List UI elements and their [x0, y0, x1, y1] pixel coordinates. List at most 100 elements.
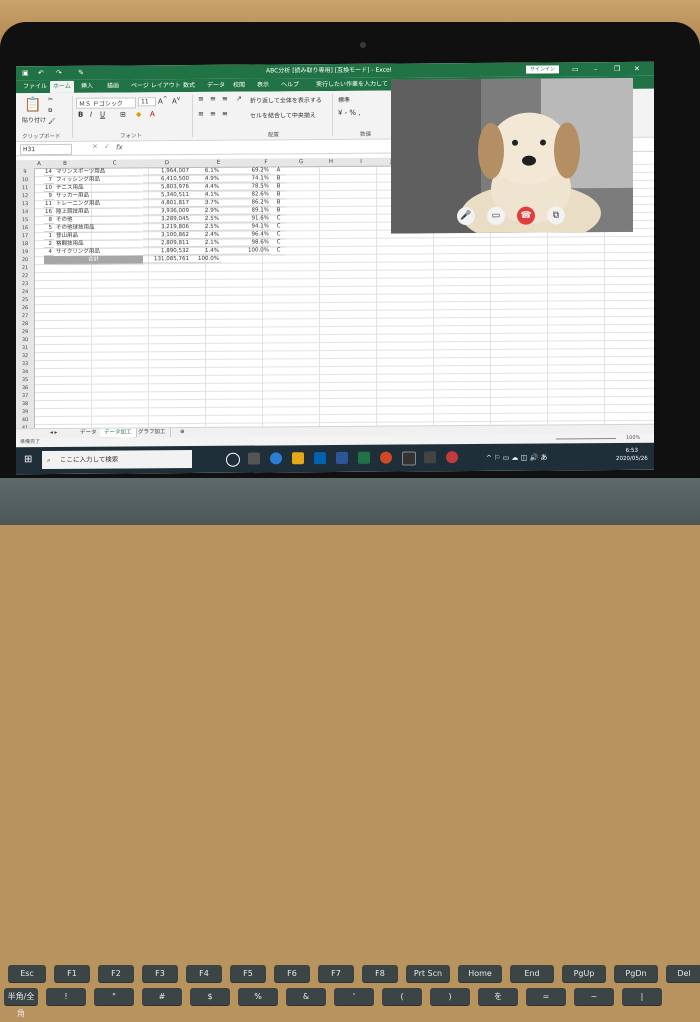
- orientation-icon[interactable]: ↗: [236, 95, 242, 103]
- key-num-8[interactable]: (: [382, 988, 422, 1005]
- signin-button[interactable]: サインイン: [526, 65, 560, 74]
- tab-insert[interactable]: 挿入: [78, 81, 96, 93]
- restore-icon[interactable]: ❐: [614, 62, 620, 76]
- tell-me-box[interactable]: 実行したい作業を入力して: [316, 79, 388, 92]
- task-view-icon[interactable]: [248, 452, 260, 465]
- enter-icon[interactable]: ✓: [104, 143, 110, 151]
- italic-button[interactable]: I: [90, 111, 92, 119]
- tab-file[interactable]: ファイル: [20, 81, 50, 93]
- column-header-i[interactable]: I: [346, 157, 377, 167]
- key-11[interactable]: End: [510, 965, 554, 982]
- key-num-9[interactable]: ): [430, 988, 470, 1005]
- table-cell-rank[interactable]: 8: [44, 215, 54, 225]
- font-size-select[interactable]: 11: [138, 97, 156, 107]
- tab-view[interactable]: 表示: [254, 79, 272, 91]
- underline-button[interactable]: U: [100, 111, 105, 119]
- table-cell-share[interactable]: 2.9%: [191, 206, 221, 216]
- table-cell-share[interactable]: 6.1%: [191, 166, 221, 176]
- powerpoint-icon[interactable]: [380, 451, 392, 464]
- align-left-icon[interactable]: ≡: [198, 110, 204, 118]
- mute-mic-button[interactable]: 🎤: [457, 207, 475, 226]
- key-num-10[interactable]: を: [478, 988, 518, 1005]
- close-icon[interactable]: ✕: [634, 62, 640, 76]
- column-header-g[interactable]: G: [286, 158, 317, 168]
- font-color-icon[interactable]: A: [150, 110, 155, 118]
- table-cell-share[interactable]: 4.1%: [191, 190, 221, 200]
- table-cell-rank[interactable]: 16: [44, 207, 54, 217]
- paste-button[interactable]: 貼り付け: [22, 115, 46, 124]
- column-header-h[interactable]: H: [316, 157, 347, 168]
- camera-toggle-button[interactable]: ▭: [487, 206, 505, 225]
- table-cell-share[interactable]: 3.7%: [191, 198, 221, 208]
- key-13[interactable]: PgDn: [614, 965, 658, 982]
- align-right-icon[interactable]: ≡: [222, 110, 228, 118]
- key-12[interactable]: PgUp: [562, 965, 606, 982]
- table-cell-cumulative[interactable]: 100.0%: [221, 246, 271, 255]
- taskbar-search-box[interactable]: ⌕ ここに入力して検索: [42, 449, 192, 470]
- font-name-select[interactable]: ＭＳ Ｐゴシック: [76, 97, 136, 109]
- brush-icon[interactable]: ✎: [78, 66, 84, 80]
- key-4[interactable]: F4: [186, 965, 222, 982]
- table-cell-rank[interactable]: 2: [44, 239, 54, 249]
- tray-icons[interactable]: ^ ⚐ ▭ ☁ ◫ 🔊 あ: [486, 453, 547, 463]
- table-cell-rank[interactable]: 1: [44, 231, 54, 241]
- redo-icon[interactable]: ↷: [56, 66, 62, 80]
- table-cell-share[interactable]: 4.4%: [191, 182, 221, 192]
- table-cell-class[interactable]: C: [271, 246, 286, 256]
- tab-page-layout[interactable]: ページ レイアウト: [128, 80, 184, 92]
- cut-icon[interactable]: ✂: [48, 96, 53, 103]
- teams-icon[interactable]: [424, 451, 436, 464]
- grow-font-icon[interactable]: A^: [158, 96, 168, 105]
- table-cell-share[interactable]: 2.1%: [191, 238, 221, 248]
- video-call-window[interactable]: 🎤 ▭ ☎ ⧉: [391, 77, 633, 234]
- end-call-button[interactable]: ☎: [517, 206, 535, 225]
- ribbon-display-icon[interactable]: ▭: [572, 62, 579, 76]
- key-num-4[interactable]: $: [190, 988, 230, 1005]
- table-cell-rank[interactable]: 10: [44, 183, 54, 193]
- key-num-1[interactable]: !: [46, 988, 86, 1005]
- number-format-select[interactable]: 標準: [338, 95, 350, 104]
- insert-function-button[interactable]: fx: [116, 143, 123, 151]
- edge-icon[interactable]: [270, 452, 282, 465]
- key-num-11[interactable]: =: [526, 988, 566, 1005]
- popout-button[interactable]: ⧉: [547, 206, 565, 225]
- name-box[interactable]: H31: [20, 143, 72, 156]
- paste-icon[interactable]: 📋: [24, 97, 41, 113]
- shrink-font-icon[interactable]: Av: [172, 96, 180, 105]
- app-icon[interactable]: [446, 451, 458, 464]
- cancel-icon[interactable]: ✕: [92, 143, 98, 151]
- format-painter-icon[interactable]: 🖌: [48, 118, 56, 125]
- camera-app-icon[interactable]: [402, 451, 416, 466]
- tab-help[interactable]: ヘルプ: [278, 79, 302, 91]
- key-9[interactable]: Prt Scn: [406, 965, 450, 982]
- copy-icon[interactable]: ⧉: [48, 107, 52, 115]
- key-7[interactable]: F7: [318, 965, 354, 982]
- table-cell-rank[interactable]: 14: [44, 167, 54, 177]
- bold-button[interactable]: B: [78, 111, 83, 119]
- table-cell-rank[interactable]: 11: [44, 199, 54, 209]
- table-cell-share[interactable]: 1.4%: [191, 246, 221, 256]
- key-3[interactable]: F3: [142, 965, 178, 982]
- sheet-tab-graph-processing[interactable]: グラフ加工: [134, 428, 171, 438]
- merge-center-button[interactable]: セルを結合して中央揃え: [250, 110, 316, 119]
- taskbar-clock[interactable]: 6:53 2020/05/26: [616, 447, 648, 463]
- currency-icon[interactable]: ¥ - % ,: [338, 109, 361, 117]
- total-label[interactable]: 合計: [44, 255, 143, 266]
- align-top-icon[interactable]: ≡: [198, 95, 204, 103]
- table-cell-share[interactable]: 2.4%: [191, 230, 221, 240]
- key-1[interactable]: F1: [54, 965, 90, 982]
- key-0[interactable]: Esc: [8, 965, 46, 982]
- tab-formulas[interactable]: 数式: [180, 80, 198, 92]
- table-cell-share[interactable]: 4.9%: [191, 174, 221, 184]
- border-icon[interactable]: ⊞: [120, 110, 126, 118]
- key-num-5[interactable]: %: [238, 988, 278, 1005]
- key-num-0[interactable]: 半角/全角: [4, 988, 38, 1018]
- total-value[interactable]: 131,085,761: [143, 255, 191, 264]
- tab-review[interactable]: 校閲: [230, 80, 248, 92]
- key-num-7[interactable]: ': [334, 988, 374, 1005]
- undo-icon[interactable]: ↶: [38, 66, 44, 80]
- align-center-icon[interactable]: ≡: [210, 110, 216, 118]
- sheet-scroll-icon[interactable]: ◂ ▸: [46, 429, 61, 438]
- save-icon[interactable]: ▣: [22, 66, 29, 80]
- key-14[interactable]: Del: [666, 965, 700, 982]
